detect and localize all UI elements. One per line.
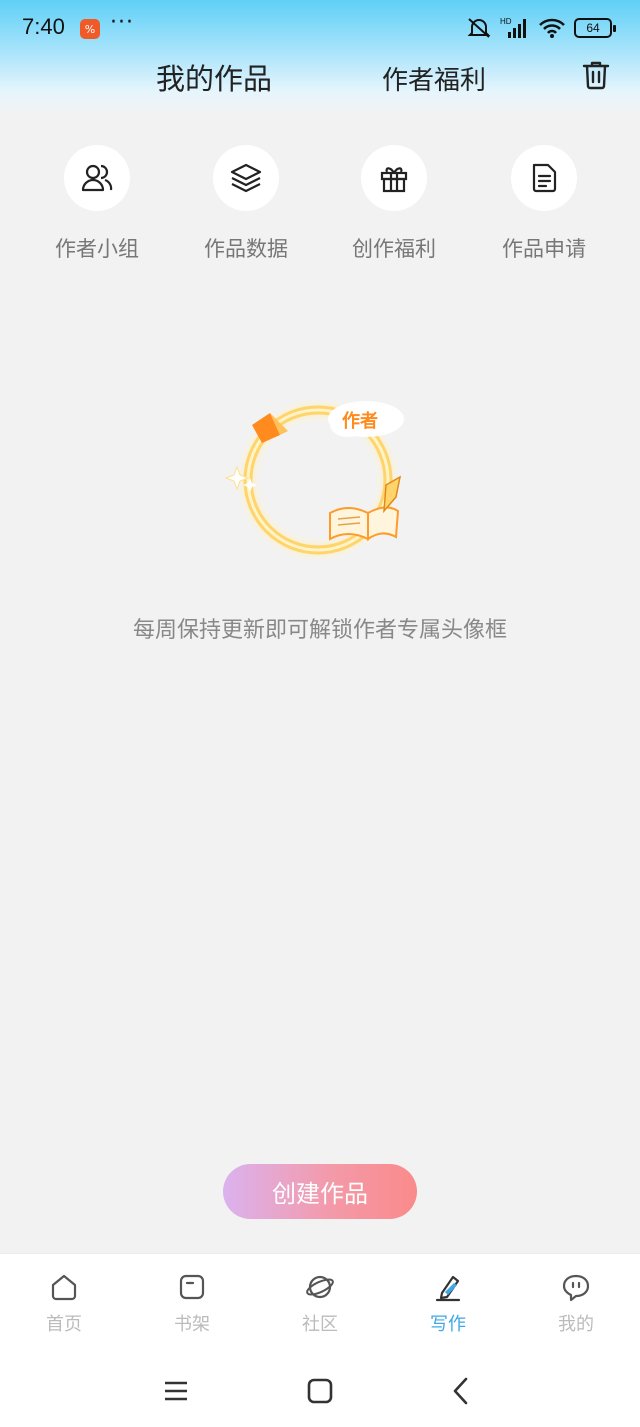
shortcut-author-group[interactable]: 作者小组	[22, 145, 172, 263]
planet-icon	[306, 1275, 334, 1299]
nav-item-home[interactable]: 首页	[0, 1272, 128, 1336]
status-time: 7:40	[22, 14, 65, 39]
book-icon	[329, 506, 400, 541]
shortcut-work-application[interactable]: 作品申请	[469, 145, 619, 263]
users-icon	[81, 164, 113, 192]
nav-item-mine[interactable]: 我的	[512, 1272, 640, 1336]
pen-icon	[435, 1275, 461, 1302]
shortcut-label: 作品申请	[502, 237, 586, 261]
illustration-badge-text: 作者	[342, 410, 378, 432]
trash-icon[interactable]	[582, 60, 610, 90]
nav-item-community[interactable]: 社区	[256, 1272, 384, 1336]
wifi-icon	[539, 18, 565, 38]
shortcut-label: 作者小组	[55, 237, 139, 261]
nav-label: 首页	[46, 1314, 82, 1335]
nav-label: 书架	[174, 1314, 210, 1335]
nav-label: 我的	[558, 1314, 594, 1335]
chat-icon	[562, 1274, 590, 1302]
battery-icon: 64	[574, 18, 616, 38]
shortcut-circle	[511, 145, 577, 211]
gift-icon	[380, 167, 408, 193]
home-icon	[51, 1274, 77, 1301]
mute-icon	[467, 18, 491, 38]
author-frame-illustration: 作者	[224, 398, 404, 562]
shortcut-label: 创作福利	[352, 237, 436, 261]
tab-author-benefits[interactable]: 作者福利	[382, 60, 486, 97]
home-button-icon[interactable]	[302, 1373, 338, 1409]
network-type-text: HD	[500, 17, 512, 26]
nav-label: 社区	[302, 1314, 338, 1335]
shortcut-circle	[213, 145, 279, 211]
app-notification-icon: %	[80, 19, 100, 39]
create-work-button[interactable]: 创建作品	[223, 1164, 417, 1219]
empty-state-message: 每周保持更新即可解锁作者专属头像框	[132, 618, 507, 643]
tab-my-works[interactable]: 我的作品	[156, 56, 272, 98]
nav-item-bookshelf[interactable]: 书架	[128, 1272, 256, 1336]
nav-label: 写作	[430, 1314, 466, 1335]
document-icon	[532, 163, 557, 193]
shortcut-work-data[interactable]: 作品数据	[171, 145, 321, 263]
shortcut-label: 作品数据	[204, 237, 288, 261]
status-icons: HD 64	[466, 16, 616, 40]
back-icon[interactable]	[444, 1373, 480, 1409]
status-bar: 7:40 % ··· HD 64	[0, 0, 640, 58]
shortcut-creation-benefit[interactable]: 创作福利	[319, 145, 469, 263]
menu-icon[interactable]	[158, 1373, 194, 1409]
signal-icon: HD	[500, 17, 526, 38]
bottom-navigation: 首页 书架 社区 写作 我的	[0, 1253, 640, 1353]
shortcut-bar: 作者小组 作品数据 创作福利 作品申请	[0, 145, 640, 275]
shortcut-circle	[64, 145, 130, 211]
bookshelf-icon	[179, 1274, 205, 1300]
more-notifications-icon: ···	[110, 10, 134, 35]
layers-icon	[230, 163, 262, 193]
shortcut-circle	[361, 145, 427, 211]
system-navigation-bar	[0, 1353, 640, 1427]
nav-item-writing[interactable]: 写作	[384, 1272, 512, 1336]
